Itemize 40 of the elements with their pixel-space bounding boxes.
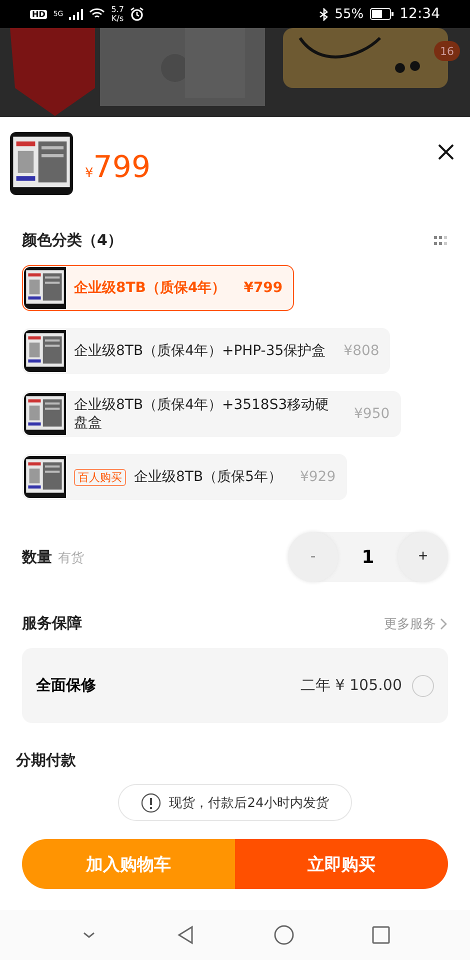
variant-name: 企业级8TB（质保4年）+PHP-35保护盒 — [74, 342, 326, 360]
battery-icon — [370, 8, 394, 20]
clock: 12:34 — [400, 6, 440, 22]
radio-button[interactable] — [412, 674, 434, 696]
quantity-value: 1 — [362, 546, 374, 568]
alarm-icon — [130, 7, 144, 21]
increase-button[interactable]: + — [398, 532, 448, 582]
wifi-icon — [89, 8, 106, 20]
service-card[interactable]: 全面保修 二年 ¥ 105.00 — [22, 648, 448, 723]
variant-price: ¥950 — [354, 406, 390, 422]
signal-icon — [69, 8, 84, 20]
variant-option[interactable]: 企业级8TB（质保4年）+3518S3移动硬盘盒 ¥950 — [22, 391, 401, 437]
section-title: 分期付款 — [16, 751, 77, 770]
variant-option[interactable]: 企业级8TB（质保4年）+PHP-35保护盒 ¥808 — [22, 328, 390, 374]
close-icon[interactable] — [436, 142, 456, 162]
variant-name: 企业级8TB（质保4年） — [74, 279, 226, 297]
variant-option[interactable]: 百人购买 企业级8TB（质保5年） ¥929 — [22, 454, 347, 500]
variant-price: ¥808 — [344, 343, 380, 359]
service-name: 全面保修 — [36, 676, 96, 695]
section-title: 服务保障 — [22, 614, 82, 633]
quantity-label: 数量 — [22, 548, 52, 566]
stock-status: 有货 — [58, 550, 84, 566]
bluetooth-icon — [318, 8, 329, 20]
variant-name: 企业级8TB（质保5年） — [134, 468, 282, 486]
section-title: 颜色分类（4） — [22, 231, 122, 250]
speed-value: 5.7 — [111, 5, 124, 14]
info-icon — [141, 792, 162, 812]
variant-price: ¥929 — [300, 469, 336, 485]
service-price: 二年 ¥ 105.00 — [300, 676, 402, 695]
notice-text: 现货，付款后24小时内发货 — [169, 794, 329, 812]
grid-view-icon[interactable] — [434, 236, 448, 246]
battery-level: 55% — [334, 6, 364, 22]
speed-unit: K/s — [112, 14, 124, 23]
home-icon[interactable] — [272, 924, 295, 946]
variant-name: 企业级8TB（质保4年）+3518S3移动硬盘盒 — [74, 396, 330, 432]
hd-indicator: HD — [30, 10, 48, 18]
price: ¥799 — [85, 150, 151, 185]
variant-price: ¥799 — [244, 280, 283, 296]
recents-icon[interactable] — [370, 924, 392, 946]
tag: 百人购买 — [74, 468, 126, 486]
